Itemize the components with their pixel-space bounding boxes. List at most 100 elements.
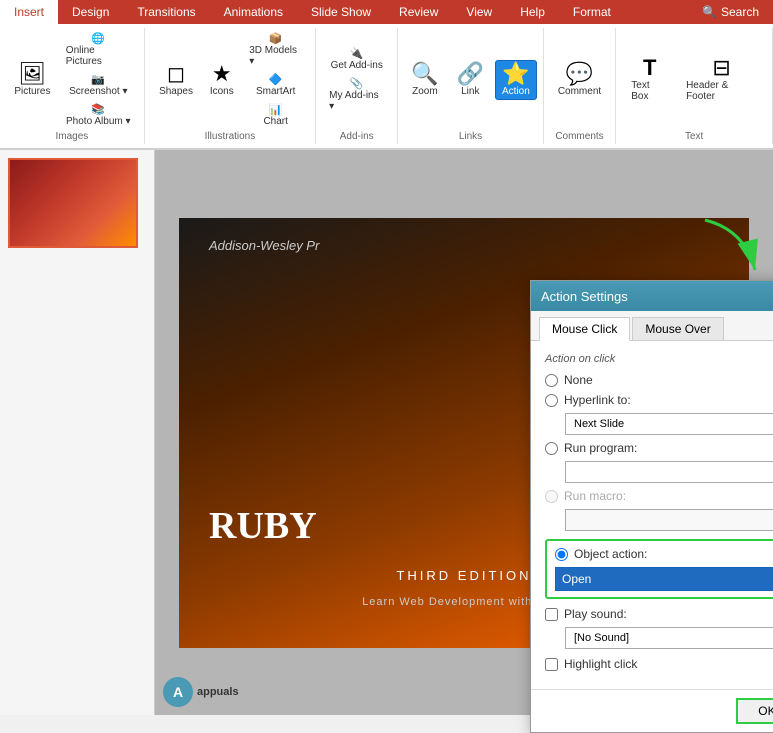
search-area[interactable]: 🔍 Search [688, 0, 773, 24]
smartart-button[interactable]: 🔷 SmartArt [244, 71, 307, 99]
screenshot-icon: 📷 [91, 73, 105, 86]
dialog-overlay: Action Settings ? ✕ Mouse Click Mouse Ov… [155, 150, 773, 715]
hyperlink-label: Hyperlink to: [564, 393, 631, 407]
shapes-icon: ◻ [167, 63, 185, 85]
screenshot-label: Screenshot ▾ [69, 86, 127, 97]
illustrations-buttons: ◻ Shapes ★ Icons 📦 3D Models ▾ 🔷 SmartAr… [153, 30, 307, 129]
run-program-radio-row: Run program: [545, 441, 773, 455]
slide-thumb-image [10, 160, 136, 246]
shapes-button[interactable]: ◻ Shapes [153, 60, 200, 100]
zoom-icon: 🔍 [411, 63, 438, 85]
get-addins-label: Get Add-ins [331, 60, 383, 71]
run-program-input-row: Browse... [565, 461, 773, 483]
images-group-label: Images [55, 131, 88, 142]
action-icon: ⭐ [502, 63, 529, 85]
run-macro-label: Run macro: [564, 489, 626, 503]
shapes-label: Shapes [159, 86, 193, 97]
tab-view[interactable]: View [452, 0, 506, 24]
online-pictures-label: Online Pictures [66, 45, 131, 67]
3d-models-label: 3D Models ▾ [249, 45, 302, 67]
action-button[interactable]: ⭐ Action [495, 60, 537, 100]
online-pictures-icon: 🌐 [91, 32, 105, 45]
highlight-click-checkbox[interactable] [545, 658, 558, 671]
action-settings-dialog: Action Settings ? ✕ Mouse Click Mouse Ov… [530, 280, 773, 733]
play-sound-label: Play sound: [564, 607, 627, 621]
tab-help[interactable]: Help [506, 0, 559, 24]
none-radio-row: None [545, 373, 773, 387]
slide-thumbnail[interactable] [8, 158, 138, 248]
macro-select[interactable] [565, 509, 773, 531]
3d-models-icon: 📦 [269, 32, 283, 45]
none-radio[interactable] [545, 374, 558, 387]
run-program-input[interactable] [565, 461, 773, 483]
3d-models-button[interactable]: 📦 3D Models ▾ [244, 30, 307, 69]
online-pictures-button[interactable]: 🌐 Online Pictures [61, 30, 136, 69]
object-action-select-wrapper: OpenEditShow [555, 567, 773, 591]
comment-button[interactable]: 💬 Comment [551, 60, 608, 100]
run-program-label: Run program: [564, 441, 637, 455]
text-group-label: Text [685, 131, 703, 142]
header-footer-button[interactable]: ⊟ Header & Footer [679, 54, 764, 105]
tab-animations[interactable]: Animations [210, 0, 297, 24]
search-icon: 🔍 [702, 5, 717, 19]
chart-button[interactable]: 📊 Chart [244, 101, 307, 129]
tab-insert[interactable]: Insert [0, 0, 58, 24]
chart-icon: 📊 [269, 103, 283, 116]
group-text: T Text Box ⊟ Header & Footer Text [616, 28, 773, 144]
tab-mouse-over[interactable]: Mouse Over [632, 317, 723, 340]
smartart-label: SmartArt [256, 86, 295, 97]
slide-panel [0, 150, 155, 715]
object-action-radio[interactable] [555, 548, 568, 561]
tab-mouse-click[interactable]: Mouse Click [539, 317, 630, 341]
get-addins-button[interactable]: 🔌 Get Add-ins [324, 45, 389, 73]
header-footer-icon: ⊟ [712, 57, 730, 79]
chart-label: Chart [263, 116, 287, 127]
dialog-title: Action Settings [541, 289, 628, 304]
tab-design[interactable]: Design [58, 0, 123, 24]
object-action-label: Object action: [574, 547, 647, 561]
my-addins-button[interactable]: 📎 My Add-ins ▾ [324, 75, 389, 114]
comments-buttons: 💬 Comment [551, 30, 608, 129]
illustrations-group-label: Illustrations [205, 131, 256, 142]
play-sound-checkbox[interactable] [545, 608, 558, 621]
highlight-click-row: Highlight click [545, 657, 773, 671]
run-macro-radio[interactable] [545, 490, 558, 503]
link-button[interactable]: 🔗 Link [450, 60, 491, 100]
ok-button[interactable]: OK [736, 698, 773, 724]
textbox-label: Text Box [631, 80, 668, 102]
links-group-label: Links [459, 131, 482, 142]
photo-album-button[interactable]: 📚 Photo Album ▾ [61, 101, 136, 129]
get-addins-icon: 🔌 [350, 47, 364, 60]
pictures-button[interactable]: 🖼 Pictures [8, 60, 57, 100]
run-program-radio[interactable] [545, 442, 558, 455]
icons-label: Icons [210, 86, 234, 97]
highlight-click-label: Highlight click [564, 657, 637, 671]
tab-review[interactable]: Review [385, 0, 452, 24]
sound-select[interactable]: [No Sound] [565, 627, 773, 649]
textbox-button[interactable]: T Text Box [624, 54, 675, 105]
comment-label: Comment [558, 86, 601, 97]
pictures-icon: 🖼 [18, 63, 46, 85]
slide-main: Addison-Wesley Pr RUBY THIRD EDITION Lea… [155, 150, 773, 715]
icons-button[interactable]: ★ Icons [203, 60, 240, 100]
hyperlink-radio[interactable] [545, 394, 558, 407]
zoom-button[interactable]: 🔍 Zoom [404, 60, 445, 100]
hyperlink-radio-row: Hyperlink to: [545, 393, 773, 407]
tab-transitions[interactable]: Transitions [123, 0, 209, 24]
hyperlink-select[interactable]: Next Slide [565, 413, 773, 435]
search-label: Search [721, 5, 759, 19]
photo-album-label: Photo Album ▾ [66, 116, 131, 127]
icons-icon: ★ [212, 63, 232, 85]
object-action-select[interactable]: OpenEditShow [555, 567, 773, 591]
addins-buttons: 🔌 Get Add-ins 📎 My Add-ins ▾ [324, 30, 389, 129]
hyperlink-select-row: Next Slide [565, 413, 773, 435]
group-illustrations: ◻ Shapes ★ Icons 📦 3D Models ▾ 🔷 SmartAr… [145, 28, 316, 144]
app-body: Addison-Wesley Pr RUBY THIRD EDITION Lea… [0, 150, 773, 715]
group-addins: 🔌 Get Add-ins 📎 My Add-ins ▾ Add-ins [316, 28, 398, 144]
screenshot-button[interactable]: 📷 Screenshot ▾ [61, 71, 136, 99]
tab-format[interactable]: Format [559, 0, 625, 24]
zoom-label: Zoom [412, 86, 438, 97]
ribbon-tabs: Insert Design Transitions Animations Sli… [0, 0, 773, 24]
tab-slideshow[interactable]: Slide Show [297, 0, 385, 24]
run-macro-radio-row: Run macro: [545, 489, 773, 503]
